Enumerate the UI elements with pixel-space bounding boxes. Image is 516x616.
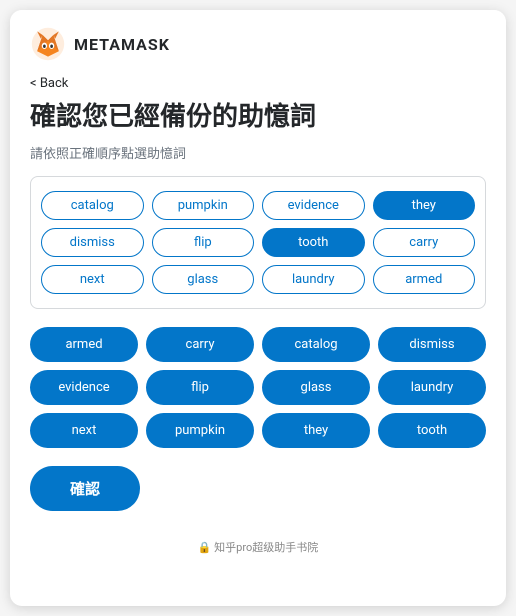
metamask-logo: METAMASK bbox=[30, 26, 170, 62]
word-pool-chip-flip[interactable]: flip bbox=[152, 228, 255, 257]
selected-chip-laundry[interactable]: laundry bbox=[378, 370, 486, 405]
word-pool-chip-dismiss[interactable]: dismiss bbox=[41, 228, 144, 257]
watermark-text: 🔒 知乎pro超级助手书院 bbox=[198, 541, 319, 554]
selected-chip-armed[interactable]: armed bbox=[30, 327, 138, 362]
metamask-title: METAMASK bbox=[74, 35, 170, 54]
confirm-button[interactable]: 確認 bbox=[30, 466, 140, 511]
word-pool-chip-catalog[interactable]: catalog bbox=[41, 191, 144, 220]
selected-chip-they[interactable]: they bbox=[262, 413, 370, 448]
word-pool-chip-tooth[interactable]: tooth bbox=[262, 228, 365, 257]
header: METAMASK bbox=[10, 10, 506, 72]
word-pool-chip-armed[interactable]: armed bbox=[373, 265, 476, 294]
phone-frame: METAMASK < Back 確認您已經備份的助憶詞 請依照正確順序點選助憶詞… bbox=[10, 10, 506, 606]
selected-chip-tooth[interactable]: tooth bbox=[378, 413, 486, 448]
selected-chip-catalog[interactable]: catalog bbox=[262, 327, 370, 362]
page-title: 確認您已經備份的助憶詞 bbox=[30, 101, 486, 135]
back-link[interactable]: < Back bbox=[30, 76, 68, 91]
selected-area: armedcarrycatalogdismiss evidenceflipglas… bbox=[30, 327, 486, 448]
selected-chip-next[interactable]: next bbox=[30, 413, 138, 448]
fox-icon bbox=[30, 26, 66, 62]
selected-chip-carry[interactable]: carry bbox=[146, 327, 254, 362]
word-pool-chip-glass[interactable]: glass bbox=[152, 265, 255, 294]
selected-chip-pumpkin[interactable]: pumpkin bbox=[146, 413, 254, 448]
selected-chip-flip[interactable]: flip bbox=[146, 370, 254, 405]
word-pool-chip-evidence[interactable]: evidence bbox=[262, 191, 365, 220]
word-pool: catalog pumpkinevidence they dismiss fliptoo… bbox=[30, 176, 486, 309]
word-pool-chip-laundry[interactable]: laundry bbox=[262, 265, 365, 294]
word-pool-chip-carry[interactable]: carry bbox=[373, 228, 476, 257]
word-pool-chip-they[interactable]: they bbox=[373, 191, 476, 220]
watermark: 🔒 知乎pro超级助手书院 bbox=[10, 531, 506, 559]
content: < Back 確認您已經備份的助憶詞 請依照正確順序點選助憶詞 catalog p… bbox=[10, 72, 506, 531]
selected-chip-evidence[interactable]: evidence bbox=[30, 370, 138, 405]
word-pool-chip-next[interactable]: next bbox=[41, 265, 144, 294]
subtitle: 請依照正確順序點選助憶詞 bbox=[30, 143, 486, 162]
selected-chip-dismiss[interactable]: dismiss bbox=[378, 327, 486, 362]
word-pool-chip-pumpkin[interactable]: pumpkin bbox=[152, 191, 255, 220]
word-pool-grid: catalog pumpkinevidence they dismiss fliptoo… bbox=[41, 191, 475, 294]
selected-chip-glass[interactable]: glass bbox=[262, 370, 370, 405]
